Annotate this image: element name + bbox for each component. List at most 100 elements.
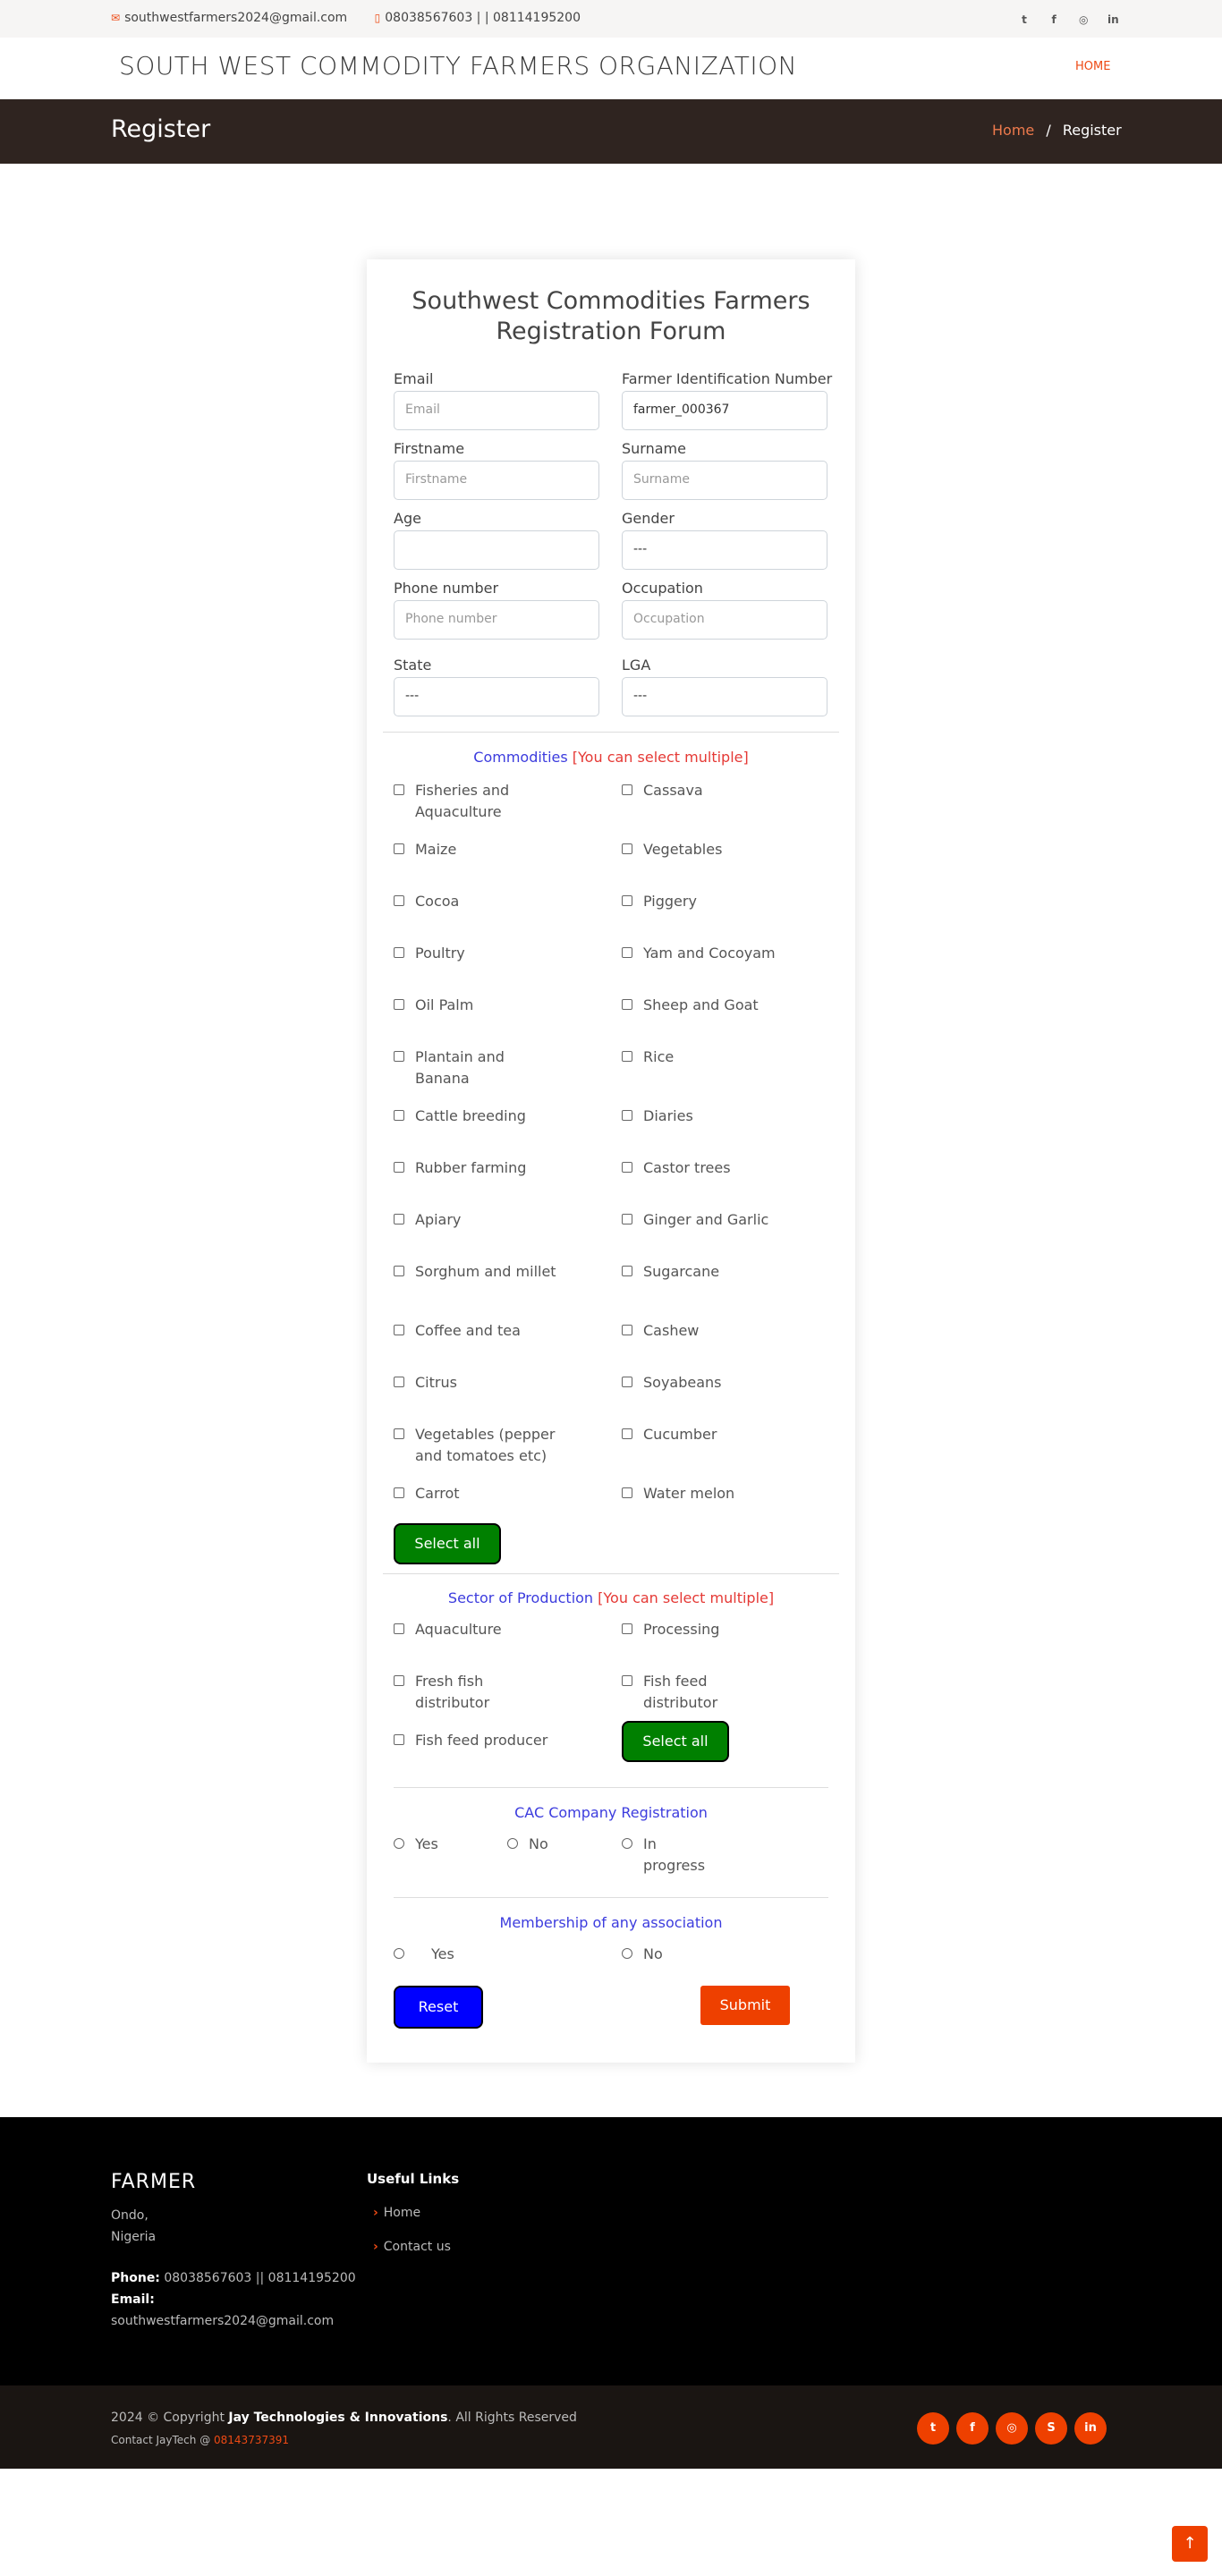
- instagram-icon[interactable]: ◎: [996, 2412, 1028, 2445]
- radio-button[interactable]: [622, 1838, 632, 1849]
- twitter-icon[interactable]: t: [1017, 13, 1031, 27]
- gender-select[interactable]: ---: [622, 530, 827, 570]
- commodity-checkbox-item[interactable]: Soyabeans: [622, 1372, 836, 1394]
- membership-option-no[interactable]: No: [622, 1944, 836, 1965]
- reset-button[interactable]: Reset: [394, 1986, 483, 2029]
- checkbox[interactable]: [394, 1325, 404, 1335]
- checkbox[interactable]: [622, 843, 632, 854]
- submit-button[interactable]: Submit: [700, 1986, 790, 2025]
- nav-home[interactable]: HOME: [1075, 60, 1110, 73]
- checkbox[interactable]: [622, 1325, 632, 1335]
- checkbox[interactable]: [622, 1214, 632, 1224]
- cac-option-in-progress[interactable]: In progress: [622, 1834, 738, 1877]
- commodity-checkbox-item[interactable]: Cassava: [622, 780, 836, 801]
- checkbox[interactable]: [394, 784, 404, 795]
- checkbox[interactable]: [622, 1623, 632, 1634]
- developer-phone[interactable]: 08143737391: [214, 2434, 289, 2446]
- skype-icon[interactable]: S: [1035, 2412, 1067, 2445]
- commodity-checkbox-item[interactable]: Water melon: [622, 1483, 836, 1504]
- footer-link-home[interactable]: › Home: [373, 2206, 420, 2220]
- commodity-checkbox-item[interactable]: Vegetables: [622, 839, 836, 860]
- email-field[interactable]: Email: [394, 391, 599, 430]
- membership-option-yes[interactable]: Yes: [394, 1944, 608, 1965]
- sector-checkbox-item[interactable]: Fresh fish distributor: [394, 1671, 608, 1714]
- commodity-checkbox-item[interactable]: Vegetables (pepper and tomatoes etc): [394, 1424, 608, 1467]
- commodity-checkbox-item[interactable]: Cocoa: [394, 891, 608, 912]
- commodity-checkbox-item[interactable]: Yam and Cocoyam: [622, 943, 836, 964]
- checkbox[interactable]: [394, 1110, 404, 1121]
- back-to-top-button[interactable]: ↑: [1172, 2526, 1208, 2562]
- checkbox[interactable]: [622, 1675, 632, 1686]
- checkbox[interactable]: [622, 1377, 632, 1387]
- commodity-checkbox-item[interactable]: Ginger and Garlic: [622, 1209, 836, 1231]
- sector-checkbox-item[interactable]: Aquaculture: [394, 1619, 608, 1640]
- checkbox[interactable]: [622, 784, 632, 795]
- checkbox[interactable]: [622, 947, 632, 958]
- checkbox[interactable]: [394, 947, 404, 958]
- checkbox[interactable]: [622, 1162, 632, 1173]
- age-field[interactable]: [394, 530, 599, 570]
- footer-link-contact[interactable]: › Contact us: [373, 2240, 451, 2254]
- checkbox[interactable]: [394, 843, 404, 854]
- commodity-checkbox-item[interactable]: Cattle breeding: [394, 1106, 608, 1127]
- commodity-checkbox-item[interactable]: Cashew: [622, 1320, 836, 1342]
- commodity-checkbox-item[interactable]: Castor trees: [622, 1157, 836, 1179]
- commodities-select-all-button[interactable]: Select all: [394, 1523, 501, 1564]
- checkbox[interactable]: [622, 1051, 632, 1062]
- linkedin-icon[interactable]: in: [1074, 2412, 1107, 2445]
- commodity-checkbox-item[interactable]: Apiary: [394, 1209, 608, 1231]
- state-select[interactable]: ---: [394, 677, 599, 716]
- checkbox[interactable]: [394, 1734, 404, 1745]
- commodity-checkbox-item[interactable]: Rice: [622, 1046, 836, 1068]
- checkbox[interactable]: [622, 1110, 632, 1121]
- commodity-checkbox-item[interactable]: Sorghum and millet: [394, 1261, 608, 1283]
- footer-email-value[interactable]: southwestfarmers2024@gmail.com: [111, 2314, 334, 2328]
- twitter-icon[interactable]: t: [917, 2412, 949, 2445]
- commodity-checkbox-item[interactable]: Maize: [394, 839, 608, 860]
- lga-select[interactable]: ---: [622, 677, 827, 716]
- checkbox[interactable]: [622, 1266, 632, 1276]
- checkbox[interactable]: [394, 895, 404, 906]
- checkbox[interactable]: [622, 999, 632, 1010]
- commodity-checkbox-item[interactable]: Cucumber: [622, 1424, 836, 1445]
- checkbox[interactable]: [622, 1487, 632, 1498]
- commodity-checkbox-item[interactable]: Rubber farming: [394, 1157, 608, 1179]
- cac-option-yes[interactable]: Yes: [394, 1834, 510, 1855]
- checkbox[interactable]: [394, 1162, 404, 1173]
- site-logo[interactable]: SOUTH WEST COMMODITY FARMERS ORGANIZATIO…: [119, 51, 797, 80]
- phone-field[interactable]: Phone number: [394, 600, 599, 640]
- sector-checkbox-item[interactable]: Fish feed producer: [394, 1730, 608, 1751]
- radio-button[interactable]: [622, 1948, 632, 1959]
- checkbox[interactable]: [622, 895, 632, 906]
- commodity-checkbox-item[interactable]: Sugarcane: [622, 1261, 836, 1283]
- commodity-checkbox-item[interactable]: Sheep and Goat: [622, 995, 836, 1016]
- surname-field[interactable]: Surname: [622, 461, 827, 500]
- radio-button[interactable]: [507, 1838, 518, 1849]
- topbar-email[interactable]: ✉ southwestfarmers2024@gmail.com: [111, 11, 347, 25]
- checkbox[interactable]: [394, 1051, 404, 1062]
- sector-select-all-button[interactable]: Select all: [622, 1721, 729, 1762]
- facebook-icon[interactable]: f: [956, 2412, 989, 2445]
- checkbox[interactable]: [394, 999, 404, 1010]
- instagram-icon[interactable]: ◎: [1076, 13, 1090, 27]
- cac-option-no[interactable]: No: [507, 1834, 624, 1855]
- firstname-field[interactable]: Firstname: [394, 461, 599, 500]
- checkbox[interactable]: [622, 1428, 632, 1439]
- linkedin-icon[interactable]: in: [1106, 13, 1120, 27]
- commodity-checkbox-item[interactable]: Coffee and tea: [394, 1320, 608, 1342]
- commodity-checkbox-item[interactable]: Citrus: [394, 1372, 608, 1394]
- occupation-field[interactable]: Occupation: [622, 600, 827, 640]
- sector-checkbox-item[interactable]: Processing: [622, 1619, 836, 1640]
- fin-field[interactable]: farmer_000367: [622, 391, 827, 430]
- checkbox[interactable]: [394, 1214, 404, 1224]
- sector-checkbox-item[interactable]: Fish feed distributor: [622, 1671, 836, 1714]
- radio-button[interactable]: [394, 1948, 404, 1959]
- checkbox[interactable]: [394, 1428, 404, 1439]
- checkbox[interactable]: [394, 1266, 404, 1276]
- facebook-icon[interactable]: f: [1047, 13, 1061, 27]
- commodity-checkbox-item[interactable]: Diaries: [622, 1106, 836, 1127]
- checkbox[interactable]: [394, 1623, 404, 1634]
- commodity-checkbox-item[interactable]: Plantain and Banana: [394, 1046, 608, 1089]
- commodity-checkbox-item[interactable]: Oil Palm: [394, 995, 608, 1016]
- breadcrumb-home[interactable]: Home: [992, 122, 1034, 139]
